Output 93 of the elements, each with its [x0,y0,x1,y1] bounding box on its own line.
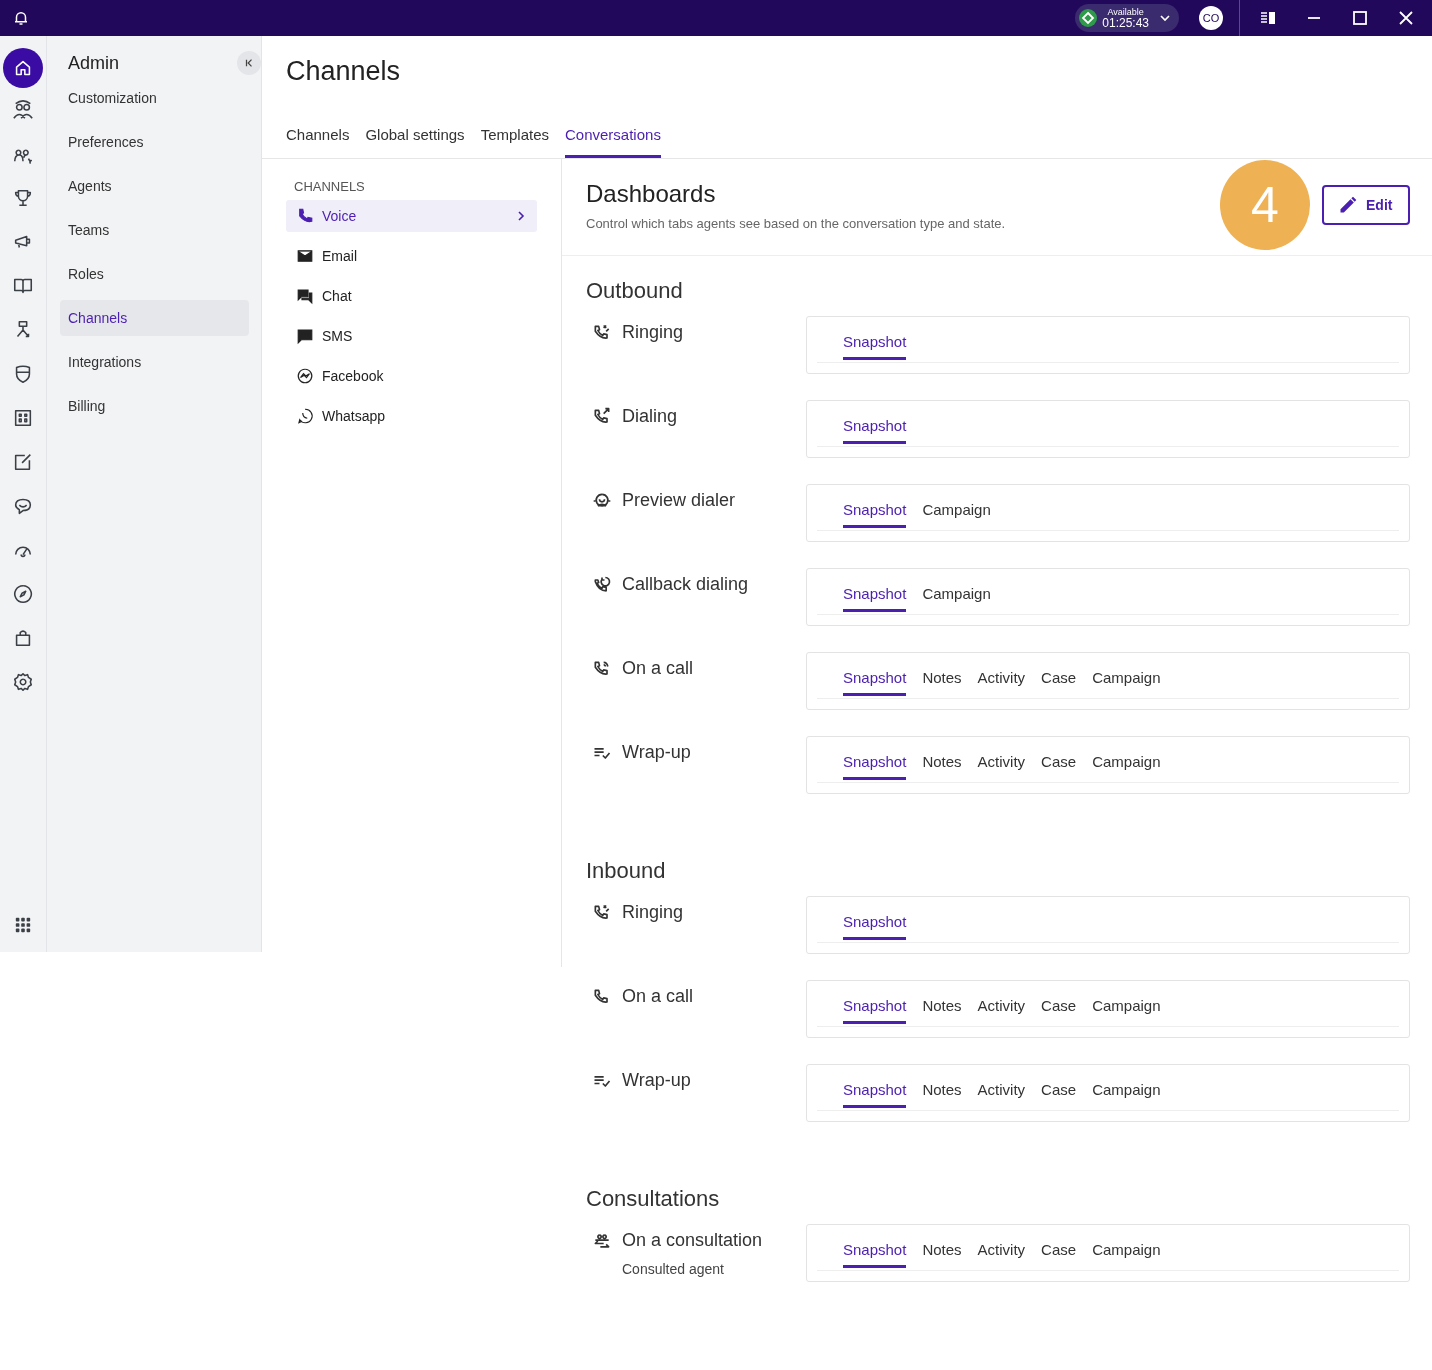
state-label: On a call [622,986,694,1007]
section-description: Control which tabs agents see based on the conversation type and state. [586,215,1007,231]
gear-icon [12,671,34,693]
dashboard-tab[interactable]: Notes [922,997,962,1024]
dashboard-tab[interactable]: Activity [977,1081,1026,1108]
dashboard-tab[interactable]: Snapshot [843,1241,907,1268]
group-heading: Inbound [586,858,667,884]
sidebar-item[interactable]: Billing [60,388,249,424]
dashboard-tab[interactable]: Campaign [922,585,991,612]
email-icon [296,247,314,265]
channel-item[interactable]: Chat [286,280,537,312]
state-label: Wrap-up [622,742,691,763]
sidebar-item[interactable]: Preferences [60,124,249,160]
dashboard-tab[interactable]: Activity [977,997,1026,1024]
status-selector[interactable]: Available 01:25:43 [1075,4,1179,32]
dashboard-tab[interactable]: Notes [922,1241,962,1268]
channel-item[interactable]: Facebook [286,360,537,392]
state-label: Ringing [622,322,684,343]
dashboard-tab[interactable]: Campaign [1092,997,1161,1024]
state-label: Ringing [622,902,684,923]
sidebar-item[interactable]: Agents [60,168,249,204]
people-icon [12,99,34,121]
tab[interactable]: Conversations [565,116,661,158]
dashboard-tab[interactable]: Activity [977,753,1026,780]
dashboard-tab[interactable]: Snapshot [843,585,907,612]
tab[interactable]: Global settings [365,116,465,155]
sidebar-item[interactable]: Channels [60,300,249,336]
dashboard-tab[interactable]: Snapshot [843,669,907,696]
collapse-sidebar-button[interactable] [237,51,261,75]
tab[interactable]: Templates [480,116,549,155]
user-avatar[interactable]: CO [1199,6,1223,30]
channels-heading: CHANNELS [293,179,366,194]
tab[interactable]: Channels [286,116,350,155]
dashboard-tab[interactable]: Campaign [1092,669,1161,696]
sms-icon [296,327,314,345]
group-heading: Consultations [586,1186,721,1212]
channel-item[interactable]: Voice [286,200,537,232]
channel-item[interactable]: Email [286,240,537,272]
dashboard-tab[interactable]: Notes [922,669,962,696]
dashboard-icon [12,407,34,429]
dashboard-tab[interactable]: Campaign [1092,1081,1161,1108]
dashboard-tab[interactable]: Campaign [1092,1241,1161,1268]
bell-icon[interactable] [12,9,30,27]
dashboard-tab[interactable]: Case [1041,997,1077,1024]
chevron-down-icon [1159,12,1171,24]
dashboard-tab[interactable]: Campaign [1092,753,1161,780]
diamond-status-icon [1078,8,1099,28]
dashboard-tab[interactable]: Activity [977,669,1026,696]
rail-item[interactable] [3,48,43,88]
sidebar-title: Admin [68,52,120,74]
dashboard-tab[interactable]: Case [1041,1081,1077,1108]
trophy-icon [12,187,34,209]
dashboard-tab[interactable]: Campaign [922,501,991,528]
page-title: Channels [285,55,402,88]
apps-grid-icon[interactable] [14,916,32,934]
dashboard-tab[interactable]: Notes [922,753,962,780]
sidebar-item[interactable]: Customization [60,80,249,116]
dashboard-tab[interactable]: Snapshot [843,333,907,360]
voice-icon [296,207,314,225]
sidebar-item[interactable]: Roles [60,256,249,292]
state-label: Wrap-up [622,1070,691,1091]
edit-button[interactable]: Edit [1322,185,1410,225]
note-icon [12,451,34,473]
state-sublabel: Consulted agent [622,1261,725,1277]
collapse-icon [244,58,254,68]
dashboard-tab[interactable]: Snapshot [843,417,907,444]
chevron-right-icon [515,210,527,222]
chat-icon [296,287,314,305]
pencil-icon [1338,195,1358,215]
dashboard-tab[interactable]: Snapshot [843,501,907,528]
dashboard-tab[interactable]: Notes [922,1081,962,1108]
dashboard-tab[interactable]: Case [1041,1241,1077,1268]
step-number-badge: 4 [1220,160,1310,250]
dashboard-tab[interactable]: Snapshot [843,913,907,940]
sidebar-item[interactable]: Integrations [60,344,249,380]
state-label: On a consultation [622,1230,763,1251]
state-label: On a call [622,658,694,679]
section-title: Dashboards [586,179,717,208]
compass-icon [12,583,34,605]
sidebar-item[interactable]: Teams [60,212,249,248]
channel-item[interactable]: SMS [286,320,537,352]
dashboard-tab[interactable]: Snapshot [843,753,907,780]
maximize-icon[interactable] [1350,8,1370,28]
dashboard-tab[interactable]: Activity [977,1241,1026,1268]
dashboard-tab[interactable]: Snapshot [843,1081,907,1108]
dashboard-tab[interactable]: Case [1041,669,1077,696]
state-label: Dialing [622,406,678,427]
dashboard-tab[interactable]: Case [1041,753,1077,780]
channel-item[interactable]: Whatsapp [286,400,537,432]
state-label: Callback dialing [622,574,749,595]
state-label: Preview dialer [622,490,736,511]
group-heading: Outbound [586,278,684,304]
dashboard-tab[interactable]: Snapshot [843,997,907,1024]
